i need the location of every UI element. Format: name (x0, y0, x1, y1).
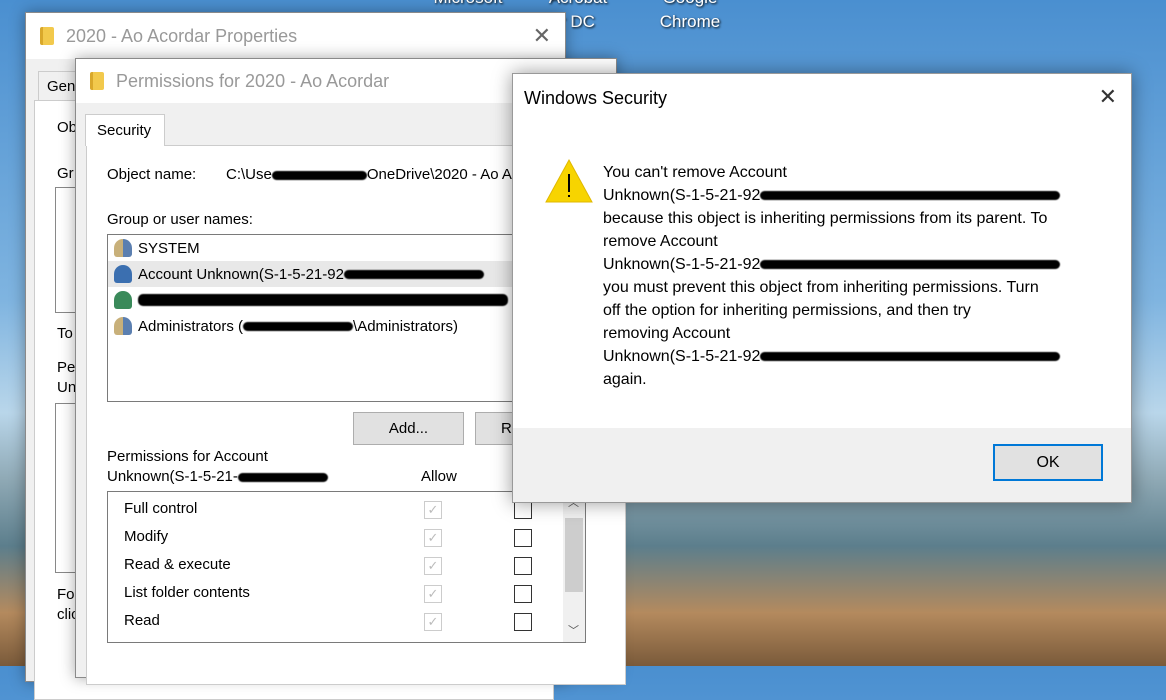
permission-row: Full control ✓ (108, 500, 558, 526)
permission-name: Full control (124, 500, 198, 517)
warning-icon (545, 158, 593, 203)
allow-checkbox[interactable]: ✓ (424, 613, 442, 631)
redaction (760, 352, 1061, 362)
redaction (343, 269, 484, 279)
permission-name: Read (124, 612, 160, 629)
desktop-icon-label[interactable]: Microsoft (413, 0, 523, 8)
scrollbar-thumb[interactable] (565, 518, 583, 592)
allow-checkbox[interactable]: ✓ (424, 529, 442, 547)
ok-button[interactable]: OK (993, 444, 1103, 481)
permission-name: Modify (124, 528, 169, 545)
permission-list: Full control ✓ Modify ✓ Read & execute ✓… (107, 491, 586, 643)
permission-row: Read ✓ (108, 612, 558, 638)
allow-checkbox[interactable]: ✓ (424, 501, 442, 519)
deny-checkbox[interactable] (514, 613, 532, 631)
permission-row: Read & execute ✓ (108, 556, 558, 582)
user-list[interactable]: SYSTEM Account Unknown(S-1-5-21-92 Admin… (107, 234, 547, 402)
deny-checkbox[interactable] (514, 557, 532, 575)
redaction (760, 191, 1061, 201)
label: Un (57, 379, 77, 396)
redaction (243, 321, 354, 331)
allow-checkbox[interactable]: ✓ (424, 557, 442, 575)
redaction (237, 472, 328, 482)
tab-security[interactable]: Security (85, 114, 165, 146)
folder-icon (90, 72, 104, 90)
title-bar: 2020 - Ao Acordar Properties ✕ (26, 13, 565, 59)
desktop-icon-label[interactable]: Chrome (635, 12, 745, 32)
users-icon (114, 317, 132, 335)
group-label: Group or user names: (107, 211, 253, 228)
scrollbar[interactable]: ︿ ﹀ (563, 492, 585, 642)
desktop-icon-label[interactable]: Google (635, 0, 745, 8)
list-item-selected[interactable]: Account Unknown(S-1-5-21-92 (108, 261, 546, 287)
unknown-user-icon (114, 265, 132, 283)
permission-name: Read & execute (124, 556, 231, 573)
add-button[interactable]: Add... (353, 412, 464, 445)
redaction (760, 260, 1061, 270)
close-icon[interactable]: ✕ (1099, 84, 1117, 110)
window-title: 2020 - Ao Acordar Properties (66, 25, 298, 46)
permissions-for-label: Unknown(S-1-5-21- (107, 468, 328, 485)
list-item[interactable]: Administrators (\Administrators) (108, 313, 546, 339)
dialog-title: Windows Security (524, 88, 668, 108)
close-icon[interactable]: ✕ (533, 23, 551, 49)
window-title: Permissions for 2020 - Ao Acordar (116, 70, 390, 91)
dialog-message: You can't remove Account Unknown(S-1-5-2… (603, 161, 1103, 391)
permission-row: List folder contents ✓ (108, 584, 558, 610)
folder-icon (40, 27, 54, 45)
permission-row: Modify ✓ (108, 528, 558, 554)
label: Gr (57, 165, 74, 182)
object-name-value: C:\Use OneDrive\2020 - Ao A (226, 166, 512, 183)
deny-checkbox[interactable] (514, 501, 532, 519)
permission-name: List folder contents (124, 584, 250, 601)
list-item[interactable] (108, 287, 546, 313)
redaction (138, 294, 508, 306)
label: To (57, 325, 73, 342)
permissions-for-label: Permissions for Account (107, 448, 268, 465)
deny-checkbox[interactable] (514, 529, 532, 547)
object-name-label: Object name: (107, 166, 197, 183)
label: Pe (57, 359, 76, 376)
list-item[interactable]: SYSTEM (108, 235, 546, 261)
allow-checkbox[interactable]: ✓ (424, 585, 442, 603)
scroll-down-icon[interactable]: ﹀ (568, 622, 579, 638)
desktop-icon-label[interactable]: Acrobat (523, 0, 633, 8)
label: Ob (57, 119, 78, 136)
windows-security-dialog: Windows Security ✕ You can't remove Acco… (512, 73, 1132, 503)
allow-header: Allow (421, 468, 457, 485)
users-icon (114, 239, 132, 257)
deny-checkbox[interactable] (514, 585, 532, 603)
redaction (271, 170, 367, 180)
dialog-footer: OK (513, 428, 1131, 502)
user-icon (114, 291, 132, 309)
label: Fo (57, 586, 75, 603)
